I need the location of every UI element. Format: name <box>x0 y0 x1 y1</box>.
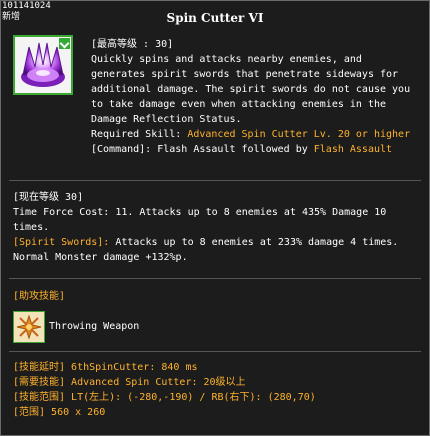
description-line: Damage Reflection Status. <box>91 114 242 125</box>
divider <box>9 351 421 352</box>
current-level-line: Normal Monster damage +132%p. <box>13 252 188 263</box>
command-value: Flash Assault <box>313 144 393 155</box>
description-line: additional damage. The spirit swords do … <box>91 84 411 95</box>
skill-delay-line: [技能延时] 6thSpinCutter: 840 ms <box>13 362 198 373</box>
assist-skill-label: Throwing Weapon <box>49 321 140 332</box>
description-line: generates spirit swords that penetrate s… <box>91 69 399 80</box>
spin-cutter-crystal-icon <box>13 35 73 95</box>
spirit-swords-label: [Spirit Swords]: <box>13 237 110 248</box>
command-line: [Command]: Flash Assault followed by Fla… <box>91 142 421 157</box>
skill-title: Spin Cutter VI <box>166 11 264 25</box>
required-skill-info-line: [需要技能] Advanced Spin Cutter: 20级以上 <box>13 377 246 388</box>
required-skill-line: Required Skill: Advanced Spin Cutter Lv.… <box>91 127 421 142</box>
command-label: [Command]: Flash Assault followed by <box>91 144 314 155</box>
skill-description: [最高等级 : 30] Quickly spins and attacks nea… <box>91 37 421 157</box>
current-level-section: [现在等级 30] Time Force Cost: 11. Attacks up… <box>13 190 398 265</box>
skill-range-line: [技能范围] LT(左上): (-280,-190) / RB(右下): (28… <box>13 392 316 403</box>
description-line: to take damage even when attacking enemi… <box>91 99 387 110</box>
current-level-line: Time Force Cost: 11. Attacks up to 8 ene… <box>13 207 387 218</box>
checkmark-icon <box>59 38 70 49</box>
spirit-swords-line: [Spirit Swords]: Attacks up to 8 enemies… <box>13 235 398 250</box>
throwing-weapon-icon <box>13 311 45 343</box>
max-level: [最高等级 : 30] <box>91 39 174 50</box>
divider <box>9 180 421 181</box>
skill-info-section: [技能延时] 6thSpinCutter: 840 ms [需要技能] Advan… <box>13 360 316 420</box>
description-line: Quickly spins and attacks nearby enemies… <box>91 54 362 65</box>
spirit-swords-text: Attacks up to 8 enemies at 233% damage 4… <box>109 237 399 248</box>
required-skill-label: Required Skill: <box>91 129 188 140</box>
divider <box>9 278 421 279</box>
current-level-line: times. <box>13 222 50 233</box>
area-line: [范围] 560 x 260 <box>13 407 106 418</box>
skill-tooltip: 101141024 新增 Spin Cutter VI [最高等级 : 30] Q… <box>0 0 430 436</box>
skill-id: 101141024 <box>2 1 51 11</box>
current-level-header: [现在等级 30] <box>13 192 84 203</box>
assist-skill-header: [助攻技能] <box>13 291 66 302</box>
required-skill-value: Advanced Spin Cutter Lv. 20 or higher <box>187 129 411 140</box>
